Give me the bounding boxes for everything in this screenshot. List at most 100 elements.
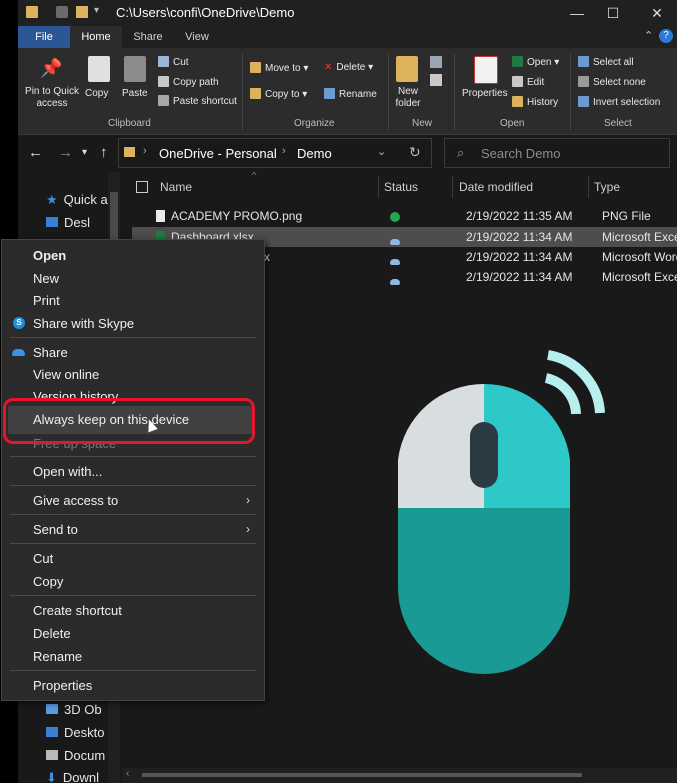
address-bar[interactable]: › OneDrive - Personal › Demo ⌄ ↻ [118, 138, 432, 168]
menu-item-share-with-skype[interactable]: Share with Skype [33, 316, 134, 331]
customize-toolbar-icon[interactable]: ▾ [94, 5, 106, 17]
star-icon: ★ [46, 192, 58, 207]
menu-item-delete[interactable]: Delete [33, 626, 71, 641]
menu-item-open-with[interactable]: Open with... [33, 464, 102, 479]
recent-locations-icon[interactable]: ▾ [82, 147, 87, 158]
tab-view[interactable]: View [174, 26, 220, 48]
mouse-body [398, 508, 570, 674]
new-group-label: New [412, 118, 433, 129]
breadcrumb-onedrive[interactable]: OneDrive - Personal [159, 146, 277, 161]
up-icon[interactable]: ↑ [100, 144, 108, 161]
menu-item-share[interactable]: Share [33, 345, 68, 360]
close-button[interactable]: ✕ [642, 2, 672, 24]
select-all-button[interactable]: Select all [578, 56, 634, 68]
new-folder-quick-icon[interactable] [76, 6, 88, 18]
menu-item-rename[interactable]: Rename [33, 649, 82, 664]
nav-item-documents[interactable]: Docum [46, 748, 105, 763]
nav-item-desktop[interactable]: Desl [46, 215, 90, 230]
pin-to-quick-access-button[interactable]: Pin to Quick access [24, 86, 80, 110]
column-divider[interactable] [452, 176, 453, 198]
menu-divider [10, 670, 256, 671]
refresh-icon[interactable]: ↻ [409, 144, 421, 161]
new-folder-button[interactable]: New folder [394, 86, 422, 110]
select-none-button[interactable]: Select none [578, 76, 646, 88]
column-header-date-modified[interactable]: Date modified [459, 180, 533, 194]
column-header-status[interactable]: Status [384, 180, 418, 194]
type-cell: Microsoft Exce [602, 270, 677, 284]
select-none-icon [578, 76, 589, 87]
menu-item-cut[interactable]: Cut [33, 551, 53, 566]
title-bar: ▾ C:\Users\confi\OneDrive\Demo — ☐ ✕ [18, 0, 677, 26]
nav-item-quick-access[interactable]: ★ Quick ac [46, 192, 114, 207]
search-placeholder: Search Demo [481, 146, 561, 161]
easy-access-icon[interactable] [430, 74, 442, 86]
rename-button[interactable]: Rename [324, 88, 377, 100]
ribbon-divider [388, 54, 389, 130]
copy-path-icon [158, 76, 169, 87]
move-to-button[interactable]: Move to ▾ [250, 62, 308, 74]
column-header-type[interactable]: Type [594, 180, 620, 194]
delete-button[interactable]: ✕ Delete ▾ [324, 62, 373, 73]
scroll-left-icon[interactable]: ‹ [126, 768, 129, 779]
column-divider[interactable] [588, 176, 589, 198]
date-cell: 2/19/2022 11:34 AM [466, 270, 573, 284]
nav-item-downloads[interactable]: ⬇ Downl [46, 770, 99, 783]
history-button[interactable]: History [512, 96, 558, 108]
folder-icon [124, 147, 135, 157]
breadcrumb-separator-icon[interactable]: › [143, 145, 147, 157]
copy-to-button[interactable]: Copy to ▾ [250, 88, 307, 100]
scrollbar-thumb[interactable] [142, 773, 582, 777]
menu-item-properties[interactable]: Properties [33, 678, 92, 693]
menu-item-give-access-to[interactable]: Give access to [33, 493, 118, 508]
menu-item-copy[interactable]: Copy [33, 574, 63, 589]
menu-divider [10, 514, 256, 515]
address-dropdown-icon[interactable]: ⌄ [377, 145, 386, 158]
collapse-ribbon-icon[interactable]: ⌃ [644, 29, 653, 42]
table-row[interactable]: ACADEMY PROMO.png 2/19/2022 11:35 AM PNG… [132, 206, 677, 226]
new-item-icon[interactable] [430, 56, 442, 68]
scroll-wheel-icon [470, 422, 498, 488]
type-cell: Microsoft Word [602, 250, 677, 264]
nav-item-3d-objects[interactable]: 3D Ob [46, 702, 102, 717]
menu-item-create-shortcut[interactable]: Create shortcut [33, 603, 122, 618]
copy-path-button[interactable]: Copy path [158, 76, 219, 88]
open-button[interactable]: Open ▾ [512, 56, 559, 68]
menu-item-new[interactable]: New [33, 271, 59, 286]
wireless-mouse-illustration [398, 350, 605, 674]
paste-button[interactable]: Paste [122, 88, 148, 99]
properties-quick-icon[interactable] [56, 6, 68, 18]
menu-item-open[interactable]: Open [33, 248, 66, 263]
status-cloud-icon [390, 234, 400, 248]
horizontal-scrollbar[interactable]: ‹ [122, 768, 677, 783]
highlight-annotation-box [3, 398, 255, 444]
copy-to-icon [250, 88, 261, 99]
back-icon[interactable]: ← [28, 144, 43, 161]
type-cell: Microsoft Exce [602, 230, 677, 244]
wireless-signal-icon [544, 373, 581, 415]
nav-item-desktop-2[interactable]: Deskto [46, 725, 104, 740]
menu-item-print[interactable]: Print [33, 293, 60, 308]
maximize-button[interactable]: ☐ [598, 2, 628, 24]
copy-button[interactable]: Copy [85, 88, 108, 99]
cut-button[interactable]: Cut [158, 56, 189, 68]
tab-share[interactable]: Share [122, 26, 174, 48]
forward-icon[interactable]: → [58, 144, 73, 161]
column-divider[interactable] [378, 176, 379, 198]
help-icon[interactable]: ? [659, 29, 673, 43]
menu-item-view-online[interactable]: View online [33, 367, 99, 382]
search-box[interactable]: ⌕ Search Demo [444, 138, 670, 168]
edit-button[interactable]: Edit [512, 76, 544, 88]
menu-item-send-to[interactable]: Send to [33, 522, 78, 537]
breadcrumb-demo[interactable]: Demo [297, 146, 332, 161]
column-header-name[interactable]: Name [160, 180, 192, 194]
menu-divider [10, 456, 256, 457]
invert-selection-button[interactable]: Invert selection [578, 96, 660, 108]
folder-icon [26, 6, 38, 18]
tab-file[interactable]: File [18, 26, 70, 48]
minimize-button[interactable]: — [562, 2, 592, 24]
select-all-checkbox[interactable] [136, 181, 148, 193]
properties-button[interactable]: Properties [462, 88, 508, 99]
paste-shortcut-button[interactable]: Paste shortcut [158, 95, 237, 107]
breadcrumb-separator-icon[interactable]: › [282, 145, 286, 157]
tab-home[interactable]: Home [70, 26, 122, 48]
